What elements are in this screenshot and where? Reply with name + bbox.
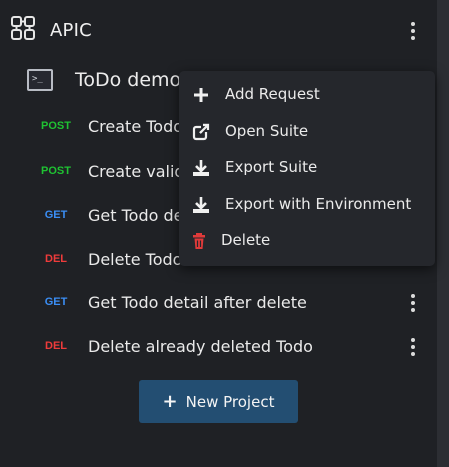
menu-item-label: Export with Environment (225, 195, 412, 213)
menu-item-label: Add Request (225, 85, 320, 103)
request-name: Create Todo (88, 117, 184, 136)
method-badge-get: GET (44, 296, 68, 308)
request-name: Delete Todo (88, 250, 183, 269)
menu-item-label: Export Suite (225, 158, 318, 176)
new-project-button[interactable]: + New Project (139, 380, 298, 423)
method-badge-post: POST (41, 120, 71, 132)
app-title: APIC (50, 20, 92, 41)
header-more-icon[interactable] (410, 22, 416, 40)
trash-icon (193, 233, 205, 249)
scrollbar[interactable] (437, 0, 449, 467)
method-badge-del: DEL (45, 340, 67, 352)
menu-item-export-with-environment[interactable]: Export with Environment (179, 187, 435, 223)
terminal-icon: >_ (27, 69, 53, 91)
app-header: APIC (0, 0, 437, 60)
menu-item-export-suite[interactable]: Export Suite (179, 150, 435, 186)
request-more-icon[interactable] (410, 338, 416, 356)
menu-item-add-request[interactable]: Add Request (179, 77, 435, 113)
request-name: Delete already deleted Todo (88, 337, 313, 356)
request-row[interactable]: DEL Delete already deleted Todo (0, 325, 437, 370)
download-icon (193, 160, 209, 176)
method-badge-del: DEL (45, 253, 67, 265)
new-project-label: New Project (185, 392, 275, 411)
apic-logo-icon (11, 16, 35, 40)
suite-context-menu: Add Request Open Suite Export Suite Expo… (179, 71, 435, 266)
request-name: Get Todo detail after delete (88, 293, 307, 312)
plus-icon: + (162, 390, 178, 412)
plus-icon (194, 88, 208, 102)
method-badge-post: POST (41, 165, 71, 177)
request-more-icon[interactable] (410, 294, 416, 312)
menu-item-delete[interactable]: Delete (179, 223, 435, 259)
method-badge-get: GET (44, 209, 68, 221)
download-icon (193, 197, 209, 213)
suite-name[interactable]: ToDo demo (75, 69, 181, 91)
menu-item-open-suite[interactable]: Open Suite (179, 114, 435, 150)
menu-item-label: Delete (221, 231, 271, 249)
external-link-icon (192, 123, 210, 141)
request-row[interactable]: GET Get Todo detail after delete (0, 281, 437, 326)
menu-item-label: Open Suite (225, 122, 309, 140)
